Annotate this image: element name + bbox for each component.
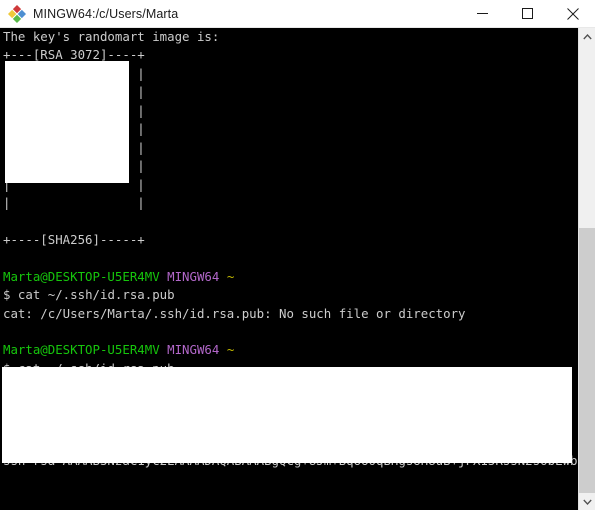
prompt-user-host: Marta@DESKTOP-U5ER4MV	[3, 342, 160, 358]
minimize-icon	[477, 13, 488, 14]
git-bash-diamond-icon	[7, 3, 27, 24]
randomart-redaction-box	[5, 61, 129, 183]
maximize-icon	[522, 8, 533, 19]
mingw64-terminal-window: MINGW64:/c/Users/Marta The key's randoma…	[0, 0, 595, 510]
window-titlebar[interactable]: MINGW64:/c/Users/Marta	[0, 0, 595, 28]
terminal-line-command: $ cat ~/.ssh/id.rsa.pub	[3, 286, 578, 304]
terminal-line-prompt: Marta@DESKTOP-U5ER4MV MINGW64 ~	[3, 341, 578, 359]
command-text: cat ~/.ssh/id.rsa.pub	[10, 287, 175, 303]
terminal-line-output: | |	[3, 194, 145, 210]
minimize-button[interactable]	[460, 0, 505, 28]
ssh-key-redaction-box	[2, 367, 572, 463]
terminal-line-output: +----[SHA256]-----+	[3, 231, 145, 247]
window-title: MINGW64:/c/Users/Marta	[33, 6, 179, 21]
close-icon	[566, 7, 579, 20]
chevron-down-icon	[582, 499, 592, 505]
terminal-line-output: cat: /c/Users/Marta/.ssh/id.rsa.pub: No …	[3, 305, 466, 321]
prompt-user-host: Marta@DESKTOP-U5ER4MV	[3, 268, 160, 284]
scrollbar-thumb[interactable]	[579, 228, 595, 493]
prompt-shell-name: MINGW64	[167, 268, 220, 284]
scrollbar-up-button[interactable]	[579, 28, 595, 45]
prompt-path: ~	[226, 342, 235, 358]
prompt-path: ~	[226, 268, 235, 284]
close-button[interactable]	[550, 0, 595, 28]
chevron-up-icon	[582, 33, 592, 39]
prompt-shell-name: MINGW64	[167, 342, 220, 358]
scrollbar-track[interactable]	[579, 45, 595, 493]
terminal-line-prompt: Marta@DESKTOP-U5ER4MV MINGW64 ~	[3, 268, 578, 286]
terminal-area: The key's randomart image is: +---[RSA 30…	[0, 28, 595, 510]
terminal-line-output: The key's randomart image is:	[3, 29, 220, 44]
terminal-scrollbar[interactable]	[578, 28, 595, 510]
window-controls	[460, 0, 595, 28]
maximize-button[interactable]	[505, 0, 550, 28]
scrollbar-down-button[interactable]	[579, 493, 595, 510]
